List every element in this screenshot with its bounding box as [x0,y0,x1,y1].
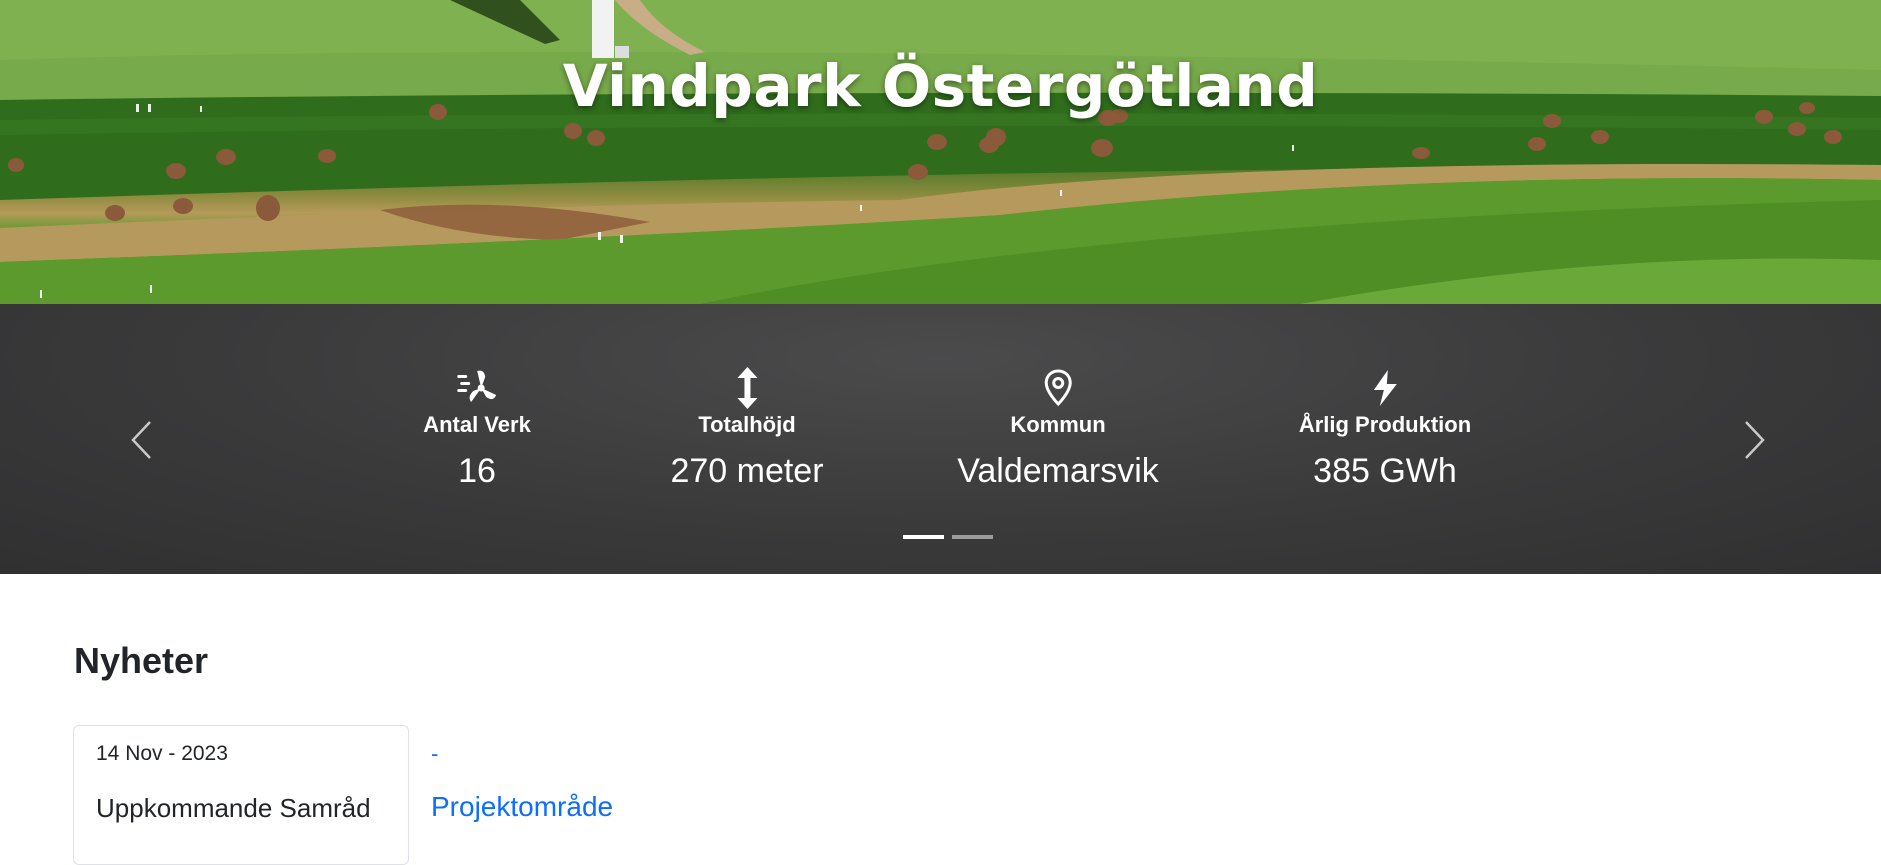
stat-value: Valdemarsvik [957,452,1159,490]
carousel-next-button[interactable] [1735,416,1775,468]
news-date: 14 Nov - 2023 [96,742,228,765]
news-heading: Nyheter [74,640,209,681]
hero-banner: Vindpark Östergötland [0,0,1881,304]
chevron-left-icon [130,420,152,464]
stat-value: 16 [458,452,496,490]
chevron-right-icon [1744,420,1766,464]
stat-kommun: Kommun Valdemarsvik [957,368,1159,491]
news-card[interactable]: 14 Nov - 2023 Uppkommande Samråd [73,725,409,865]
stat-arlig-produktion: Årlig Produktion 385 GWh [1299,368,1471,491]
stat-antal-verk: Antal Verk 16 [423,368,531,491]
stat-label: Årlig Produktion [1298,412,1472,437]
lightning-bolt-icon [1299,368,1471,408]
stat-label: Antal Verk [423,412,531,437]
stat-value: 270 meter [670,452,824,490]
page-title: Vindpark Östergötland [562,52,1319,120]
stat-label: Kommun [1010,412,1106,437]
landscape-photo [0,0,1881,304]
news-title: Uppkommande Samråd [96,793,371,823]
carousel-prev-button[interactable] [121,416,161,468]
location-pin-icon [957,368,1159,408]
stats-carousel: Antal Verk 16 Totalhöjd 270 meter Kommun… [0,304,1881,574]
stat-value: 385 GWh [1313,452,1457,490]
carousel-indicator-2[interactable] [952,535,993,539]
news-dash-link[interactable]: - [431,741,438,767]
vertical-arrows-icon [670,367,823,409]
carousel-indicators [903,535,993,539]
stat-label: Totalhöjd [698,412,796,437]
carousel-indicator-1[interactable] [903,535,944,539]
stat-totalhojd: Totalhöjd 270 meter [670,367,824,491]
wind-turbine-icon [423,368,531,408]
project-area-link[interactable]: Projektområde [431,791,613,823]
